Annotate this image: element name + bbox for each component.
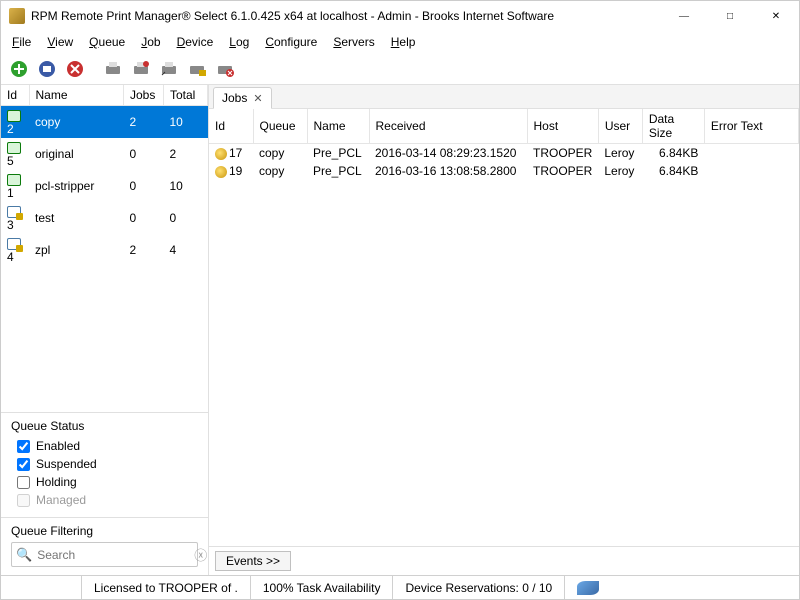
- queue-row[interactable]: 3test00: [1, 202, 208, 234]
- menu-configure[interactable]: Configure: [258, 33, 324, 51]
- menu-log[interactable]: Log: [222, 33, 256, 51]
- jobs-header-name[interactable]: Name: [307, 109, 369, 144]
- queues-header-name[interactable]: Name: [29, 85, 124, 106]
- menu-queue[interactable]: Queue: [82, 33, 132, 51]
- holding-checkbox[interactable]: Holding: [11, 473, 198, 491]
- menubar: File View Queue Job Device Log Configure…: [1, 31, 799, 53]
- printer-delete-button[interactable]: [213, 57, 237, 81]
- content-area: Jobs ✕ Id Queue Name Received Host User …: [209, 85, 799, 575]
- printer-icon: [7, 238, 21, 250]
- managed-checkbox: Managed: [11, 491, 198, 509]
- jobs-header-queue[interactable]: Queue: [253, 109, 307, 144]
- titlebar: RPM Remote Print Manager® Select 6.1.0.4…: [1, 1, 799, 31]
- tabbar: Jobs ✕: [209, 85, 799, 109]
- printer-icon: [7, 142, 21, 154]
- printer2-button[interactable]: [129, 57, 153, 81]
- menu-file[interactable]: File: [5, 33, 38, 51]
- feather-icon: [577, 581, 599, 595]
- jobs-header-id[interactable]: Id: [209, 109, 253, 144]
- menu-view[interactable]: View: [40, 33, 80, 51]
- printer-icon: [7, 174, 21, 186]
- tab-jobs-label: Jobs: [222, 91, 247, 105]
- close-button[interactable]: ✕: [753, 1, 799, 31]
- events-button[interactable]: Events >>: [215, 551, 291, 571]
- queues-header-total[interactable]: Total: [164, 85, 208, 106]
- enabled-checkbox[interactable]: Enabled: [11, 437, 198, 455]
- sidebar: Id Name Jobs Total 2copy2105original021p…: [1, 85, 209, 575]
- events-bar: Events >>: [209, 546, 799, 575]
- jobs-header-user[interactable]: User: [598, 109, 642, 144]
- queue-row[interactable]: 5original02: [1, 138, 208, 170]
- queue-filtering-title: Queue Filtering: [11, 524, 198, 538]
- queue-status-title: Queue Status: [11, 419, 198, 433]
- configure-queue-button[interactable]: [35, 57, 59, 81]
- job-row[interactable]: 17copyPre_PCL2016-03-14 08:29:23.1520TRO…: [209, 144, 799, 163]
- queues-table[interactable]: Id Name Jobs Total 2copy2105original021p…: [1, 85, 208, 412]
- maximize-button[interactable]: □: [707, 1, 753, 31]
- job-status-icon: [215, 166, 227, 178]
- window-title: RPM Remote Print Manager® Select 6.1.0.4…: [31, 9, 661, 23]
- job-status-icon: [215, 148, 227, 160]
- printer-lock-button[interactable]: [185, 57, 209, 81]
- tab-jobs[interactable]: Jobs ✕: [213, 87, 272, 109]
- printer3-button[interactable]: [157, 57, 181, 81]
- menu-help[interactable]: Help: [384, 33, 423, 51]
- queue-row[interactable]: 4zpl24: [1, 234, 208, 266]
- status-reservations: Device Reservations: 0 / 10: [392, 576, 564, 599]
- queues-header-jobs[interactable]: Jobs: [124, 85, 164, 106]
- jobs-table[interactable]: Id Queue Name Received Host User Data Si…: [209, 109, 799, 546]
- status-availability: 100% Task Availability: [250, 576, 393, 599]
- toolbar: [1, 53, 799, 85]
- queue-filtering-section: Queue Filtering 🔍 ⓧ: [1, 517, 208, 575]
- jobs-header-datasize[interactable]: Data Size: [642, 109, 704, 144]
- close-tab-icon[interactable]: ✕: [253, 92, 262, 105]
- queue-status-section: Queue Status Enabled Suspended Holding M…: [1, 412, 208, 517]
- menu-job[interactable]: Job: [134, 33, 167, 51]
- printer-icon: [7, 110, 21, 122]
- add-queue-button[interactable]: [7, 57, 31, 81]
- statusbar: Licensed to TROOPER of . 100% Task Avail…: [1, 575, 799, 599]
- queue-row[interactable]: 2copy210: [1, 106, 208, 139]
- jobs-header-errortext[interactable]: Error Text: [704, 109, 798, 144]
- minimize-button[interactable]: —: [661, 1, 707, 31]
- queue-row[interactable]: 1pcl-stripper010: [1, 170, 208, 202]
- jobs-header-host[interactable]: Host: [527, 109, 598, 144]
- clear-search-icon[interactable]: ⓧ: [194, 545, 207, 564]
- app-icon: [9, 8, 25, 24]
- menu-device[interactable]: Device: [170, 33, 221, 51]
- queues-header-id[interactable]: Id: [1, 85, 29, 106]
- job-row[interactable]: 19copyPre_PCL2016-03-16 13:08:58.2800TRO…: [209, 162, 799, 180]
- printer1-button[interactable]: [101, 57, 125, 81]
- menu-servers[interactable]: Servers: [326, 33, 381, 51]
- printer-icon: [7, 206, 21, 218]
- status-licensed: Licensed to TROOPER of .: [81, 576, 250, 599]
- delete-queue-button[interactable]: [63, 57, 87, 81]
- jobs-header-received[interactable]: Received: [369, 109, 527, 144]
- search-icon: 🔍: [16, 547, 32, 563]
- search-input[interactable]: [35, 546, 194, 564]
- suspended-checkbox[interactable]: Suspended: [11, 455, 198, 473]
